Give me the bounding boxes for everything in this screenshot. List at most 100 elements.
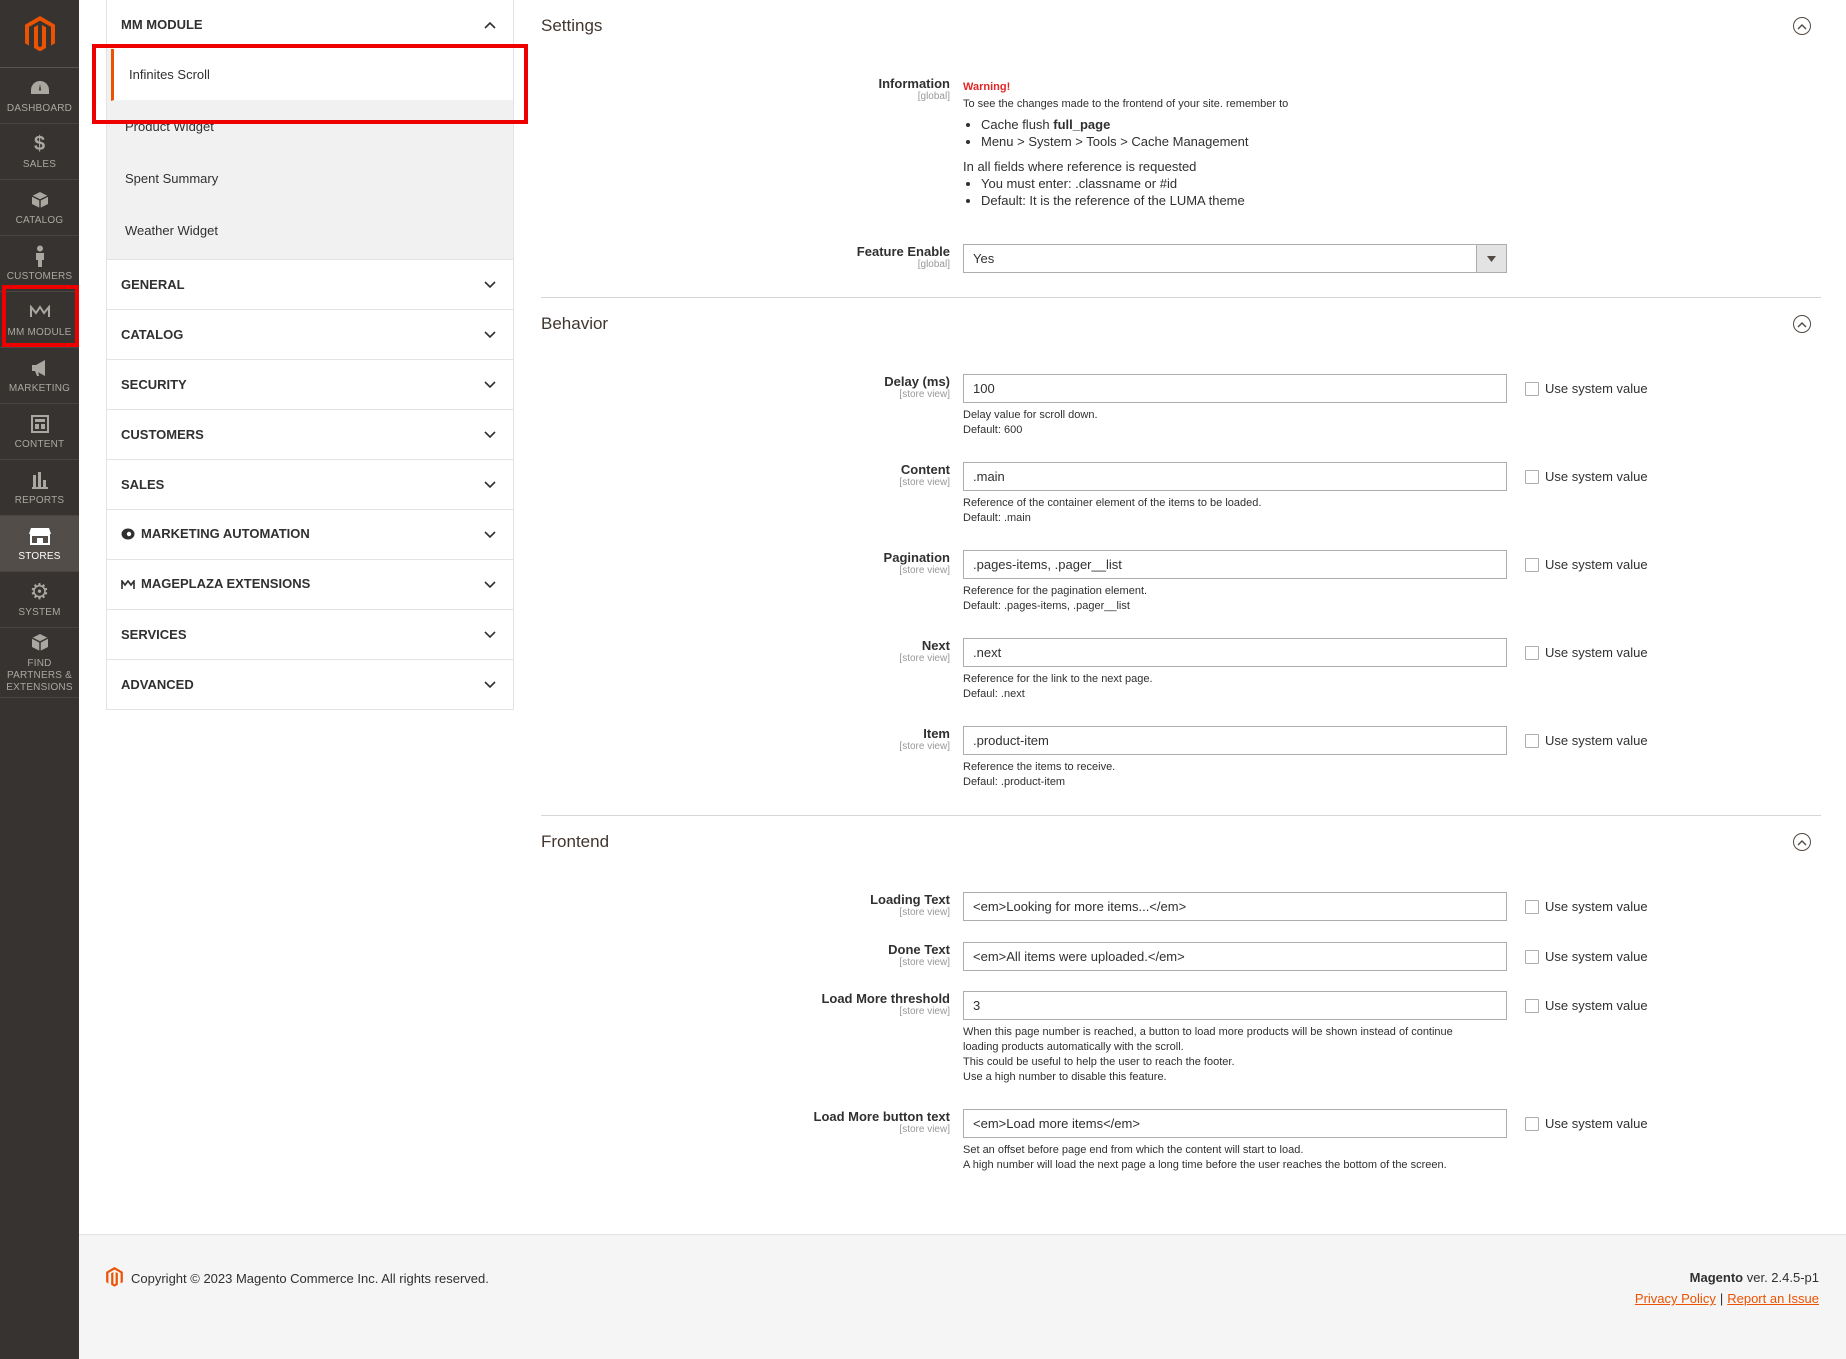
pagination-input[interactable]: .pages-items, .pager__list bbox=[963, 550, 1507, 579]
pagination-use-system-value[interactable]: Use system value bbox=[1525, 557, 1648, 572]
nav-dashboard[interactable]: DASHBOARD bbox=[0, 68, 79, 124]
delay-use-system-value[interactable]: Use system value bbox=[1525, 381, 1648, 396]
dollar-icon: $ bbox=[33, 132, 46, 155]
magento-logo-icon bbox=[24, 15, 55, 51]
done-text-use-system-value[interactable]: Use system value bbox=[1525, 949, 1648, 964]
loading-text-use-system-value[interactable]: Use system value bbox=[1525, 899, 1648, 914]
layout-icon bbox=[29, 413, 51, 435]
section-head-behavior[interactable]: Behavior bbox=[541, 298, 1821, 350]
tab-head-services[interactable]: SERVICES bbox=[107, 610, 513, 659]
load-more-threshold-use-system-value[interactable]: Use system value bbox=[1525, 998, 1648, 1013]
tab-group-general: GENERAL bbox=[106, 260, 514, 310]
person-icon bbox=[29, 245, 51, 267]
mm-logo-icon bbox=[29, 301, 51, 323]
nav-customers[interactable]: CUSTOMERS bbox=[0, 236, 79, 292]
tab-head-advanced[interactable]: ADVANCED bbox=[107, 660, 513, 709]
nav-sales[interactable]: $ SALES bbox=[0, 124, 79, 180]
tab-item-infinites-scroll[interactable]: Infinites Scroll bbox=[111, 49, 513, 101]
bar-chart-icon bbox=[29, 469, 51, 491]
section-head-frontend[interactable]: Frontend bbox=[541, 816, 1821, 868]
admin-menu: DASHBOARD $ SALES CATALOG CUSTOMERS MM M… bbox=[0, 0, 79, 1359]
content-use-system-value[interactable]: Use system value bbox=[1525, 469, 1648, 484]
copyright-text: Copyright © 2023 Magento Commerce Inc. A… bbox=[131, 1271, 489, 1286]
section-settings: Settings Information [global] Warning! T… bbox=[541, 0, 1821, 298]
nav-marketing[interactable]: MARKETING bbox=[0, 348, 79, 404]
chevron-down-icon bbox=[483, 528, 497, 542]
checkbox[interactable] bbox=[1525, 949, 1539, 964]
dotdigital-icon bbox=[121, 528, 135, 543]
checkbox[interactable] bbox=[1525, 998, 1539, 1013]
nav-mm-module[interactable]: MM MODULE bbox=[0, 292, 79, 348]
nav-stores[interactable]: STORES bbox=[0, 516, 79, 572]
checkbox[interactable] bbox=[1525, 469, 1539, 484]
privacy-policy-link[interactable]: Privacy Policy bbox=[1635, 1291, 1716, 1306]
gear-icon: ⚙ bbox=[29, 578, 50, 604]
collapse-icon[interactable] bbox=[1793, 17, 1811, 35]
delay-input[interactable]: 100 bbox=[963, 374, 1507, 403]
tab-group-catalog: CATALOG bbox=[106, 310, 514, 360]
tab-group-mm-module: MM MODULE Infinites Scroll Product Widge… bbox=[106, 0, 514, 260]
tab-head-mm-module[interactable]: MM MODULE bbox=[107, 0, 513, 49]
feature-enable-select[interactable]: Yes bbox=[963, 244, 1507, 273]
report-issue-link[interactable]: Report an Issue bbox=[1727, 1291, 1819, 1306]
item-use-system-value[interactable]: Use system value bbox=[1525, 733, 1648, 748]
chevron-down-icon bbox=[483, 378, 497, 392]
chevron-up-icon bbox=[483, 18, 497, 32]
box-icon bbox=[29, 189, 51, 211]
chevron-down-icon bbox=[483, 328, 497, 342]
nav-reports[interactable]: REPORTS bbox=[0, 460, 79, 516]
load-more-button-text-input[interactable]: <em>Load more items</em> bbox=[963, 1109, 1507, 1138]
checkbox[interactable] bbox=[1525, 381, 1539, 396]
chevron-down-icon bbox=[483, 478, 497, 492]
tab-head-marketing-automation[interactable]: MARKETING AUTOMATION bbox=[107, 510, 513, 559]
chevron-down-icon bbox=[483, 578, 497, 592]
checkbox[interactable] bbox=[1525, 899, 1539, 914]
collapse-icon[interactable] bbox=[1793, 315, 1811, 333]
done-text-input[interactable]: <em>All items were uploaded.</em> bbox=[963, 942, 1507, 971]
checkbox[interactable] bbox=[1525, 1116, 1539, 1131]
item-input[interactable]: .product-item bbox=[963, 726, 1507, 755]
next-input[interactable]: .next bbox=[963, 638, 1507, 667]
tab-head-general[interactable]: GENERAL bbox=[107, 260, 513, 309]
tab-head-sales[interactable]: SALES bbox=[107, 460, 513, 509]
tab-group-sales: SALES bbox=[106, 460, 514, 510]
tab-sub-list: Infinites Scroll Product Widget Spent Su… bbox=[107, 49, 513, 259]
tab-item-weather-widget[interactable]: Weather Widget bbox=[107, 205, 513, 257]
checkbox[interactable] bbox=[1525, 733, 1539, 748]
loading-text-input[interactable]: <em>Looking for more items...</em> bbox=[963, 892, 1507, 921]
dashboard-icon bbox=[29, 77, 51, 99]
mageplaza-icon bbox=[121, 578, 135, 593]
version-text: Magento ver. 2.4.5-p1 bbox=[1689, 1270, 1819, 1285]
checkbox[interactable] bbox=[1525, 557, 1539, 572]
tab-item-spent-summary[interactable]: Spent Summary bbox=[107, 153, 513, 205]
tab-head-catalog[interactable]: CATALOG bbox=[107, 310, 513, 359]
load-more-button-text-use-system-value[interactable]: Use system value bbox=[1525, 1116, 1648, 1131]
load-more-threshold-input[interactable]: 3 bbox=[963, 991, 1507, 1020]
chevron-down-icon bbox=[483, 278, 497, 292]
tab-head-customers[interactable]: CUSTOMERS bbox=[107, 410, 513, 459]
checkbox[interactable] bbox=[1525, 645, 1539, 660]
tab-group-mageplaza-extensions: MAGEPLAZA EXTENSIONS bbox=[106, 560, 514, 610]
nav-content[interactable]: CONTENT bbox=[0, 404, 79, 460]
tab-head-mageplaza-extensions[interactable]: MAGEPLAZA EXTENSIONS bbox=[107, 560, 513, 609]
chevron-down-icon bbox=[483, 678, 497, 692]
magento-logo[interactable] bbox=[0, 0, 79, 68]
tab-group-security: SECURITY bbox=[106, 360, 514, 410]
chevron-down-icon bbox=[483, 428, 497, 442]
next-use-system-value[interactable]: Use system value bbox=[1525, 645, 1648, 660]
megaphone-icon bbox=[29, 357, 51, 379]
collapse-icon[interactable] bbox=[1793, 833, 1811, 851]
tab-item-product-widget[interactable]: Product Widget bbox=[107, 101, 513, 153]
tab-group-advanced: ADVANCED bbox=[106, 660, 514, 710]
nav-system[interactable]: ⚙ SYSTEM bbox=[0, 572, 79, 628]
section-behavior: Behavior Delay (ms) [store view] 100 Delay… bbox=[541, 298, 1821, 816]
nav-find-partners[interactable]: FIND PARTNERS & EXTENSIONS bbox=[0, 628, 79, 698]
tab-head-security[interactable]: SECURITY bbox=[107, 360, 513, 409]
config-main: Settings Information [global] Warning! T… bbox=[541, 0, 1821, 1196]
config-tabs: MM MODULE Infinites Scroll Product Widge… bbox=[92, 0, 528, 710]
chevron-down-icon bbox=[483, 628, 497, 642]
content-input[interactable]: .main bbox=[963, 462, 1507, 491]
nav-catalog[interactable]: CATALOG bbox=[0, 180, 79, 236]
magento-footer-logo-icon bbox=[106, 1267, 123, 1290]
section-head-settings[interactable]: Settings bbox=[541, 0, 1821, 52]
